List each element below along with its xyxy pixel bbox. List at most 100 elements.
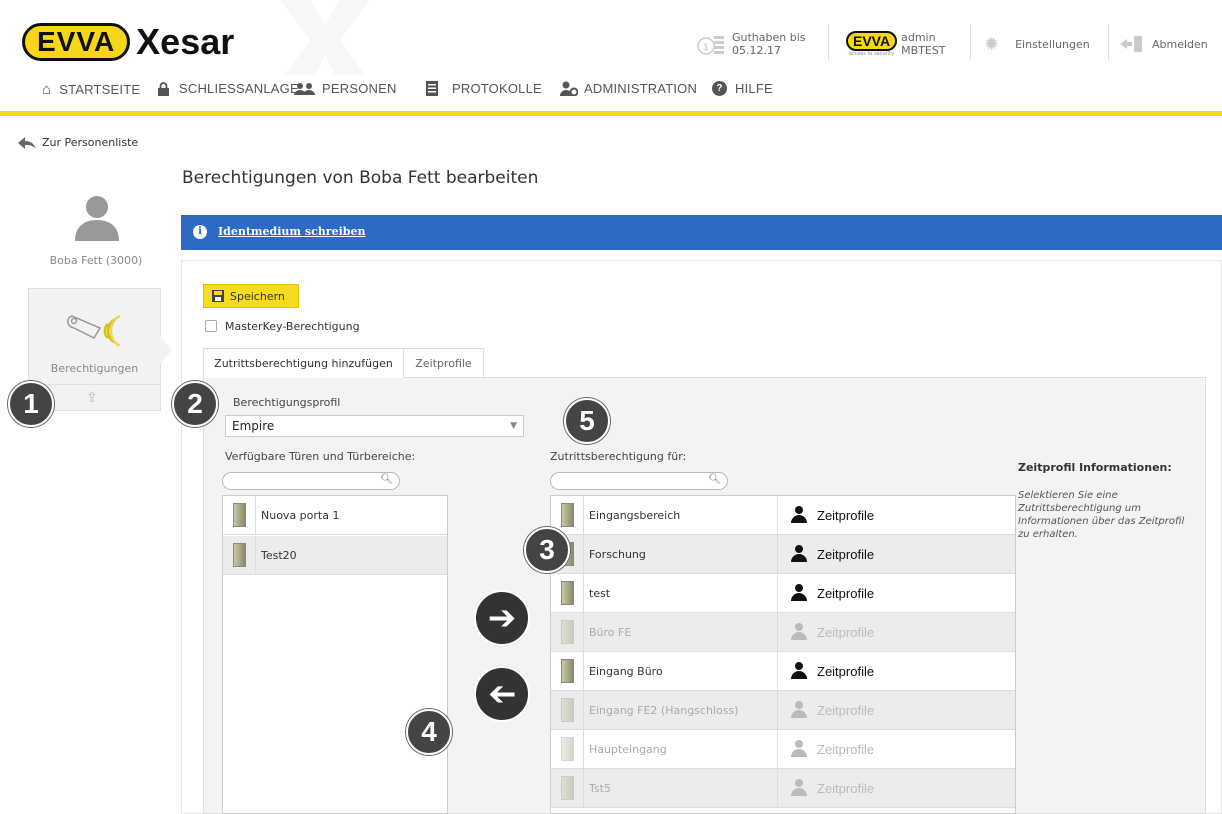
column-divider xyxy=(777,691,778,730)
list-item[interactable]: Test20 xyxy=(223,536,447,575)
nav-label: PERSONEN xyxy=(322,81,397,96)
door-icon xyxy=(561,698,574,722)
tab-add-access[interactable]: Zutrittsberechtigung hinzufügen xyxy=(203,348,404,378)
column-divider xyxy=(777,574,778,613)
person-name: Boba Fett (3000) xyxy=(49,254,143,267)
nav-item-hilfe[interactable]: ? HILFE xyxy=(712,81,773,96)
column-divider xyxy=(777,613,778,652)
search-icon: 🔍︎ xyxy=(380,474,393,485)
table-row[interactable]: Tst5 Zeitprofile xyxy=(551,769,1015,808)
header-divider xyxy=(970,24,971,60)
people-icon xyxy=(294,82,315,95)
tab-time-profiles[interactable]: Zeitprofile xyxy=(403,348,484,378)
arrow-left-icon: ➔ xyxy=(487,674,517,714)
home-icon: ⌂ xyxy=(42,81,52,98)
upload-icon[interactable]: ⇪ xyxy=(86,390,98,406)
table-row[interactable]: Forschung Zeitprofile xyxy=(551,535,1015,574)
nav-label: STARTSEITE xyxy=(59,82,141,97)
nav-item-protokolle[interactable]: PROTOKOLLE xyxy=(426,81,542,96)
person-icon xyxy=(791,506,807,524)
table-row[interactable]: Büro FE Zeitprofile xyxy=(551,613,1015,652)
info-icon: i xyxy=(193,225,207,239)
time-profile-link[interactable]: Zeitprofile xyxy=(817,586,874,601)
card-pointer xyxy=(160,336,172,364)
table-row[interactable]: Eingang FE2 (Hangschloss) Zeitprofile xyxy=(551,691,1015,730)
door-name: Büro FE xyxy=(589,626,632,639)
row-divider xyxy=(255,536,256,575)
annotation-badge-1: 1 xyxy=(8,381,54,427)
access-list: Eingangsbereich Zeitprofile Forschung Ze… xyxy=(550,495,1016,814)
avatar xyxy=(75,196,119,241)
remove-arrow-button[interactable]: ➔ xyxy=(474,666,530,722)
column-divider xyxy=(777,496,778,535)
settings-link[interactable]: ✹ Einstellungen xyxy=(984,24,1090,64)
permissions-card-label: Berechtigungen xyxy=(50,362,139,375)
list-item[interactable]: Nuova porta 1 xyxy=(223,496,447,535)
time-profile-link: Zeitprofile xyxy=(817,742,875,757)
column-divider xyxy=(777,535,778,574)
lock-icon xyxy=(158,81,169,96)
available-doors-label: Verfügbare Türen und Türbereiche: xyxy=(225,450,416,463)
gear-icon: ✹ xyxy=(984,33,1000,55)
door-name: Eingangsbereich xyxy=(589,509,681,522)
time-profile-link: Zeitprofile xyxy=(817,625,875,640)
write-identmedium-link[interactable]: Identmedium schreiben xyxy=(218,225,365,238)
settings-label: Einstellungen xyxy=(1015,37,1090,51)
user-logo-tagline: access to security xyxy=(849,51,895,57)
table-row[interactable]: Eingangsbereich Zeitprofile xyxy=(551,496,1015,535)
save-label: Speichern xyxy=(230,289,285,303)
row-divider xyxy=(583,691,584,730)
help-icon: ? xyxy=(712,81,727,96)
row-divider xyxy=(583,574,584,613)
time-profile-link[interactable]: Zeitprofile xyxy=(817,508,874,523)
card-divider xyxy=(28,384,161,385)
door-icon xyxy=(561,776,574,800)
logout-link[interactable]: Abmelden xyxy=(1120,24,1208,64)
column-divider xyxy=(777,769,778,808)
table-row[interactable]: test Zeitprofile xyxy=(551,574,1015,613)
app-logo[interactable]: EVVA Xesar xyxy=(22,23,234,61)
time-profile-info-title: Zeitprofil Informationen: xyxy=(1018,461,1172,474)
door-name: Haupteingang xyxy=(589,743,667,756)
access-search-input[interactable]: 🔍︎ xyxy=(550,472,728,490)
chevron-down-icon: ▼ xyxy=(510,421,517,431)
door-name: Nuova porta 1 xyxy=(261,509,340,522)
user-info[interactable]: EVVA access to security admin MBTEST xyxy=(846,24,946,64)
time-profile-link[interactable]: Zeitprofile xyxy=(817,547,874,562)
door-icon xyxy=(561,503,574,527)
nav-item-administration[interactable]: ADMINISTRATION xyxy=(560,81,697,96)
nav-item-schliessanlage[interactable]: SCHLIESSANLAGE xyxy=(158,81,299,96)
nav-item-personen[interactable]: PERSONEN xyxy=(294,81,397,96)
table-row[interactable]: Haupteingang Zeitprofile xyxy=(551,730,1015,769)
time-profile-link[interactable]: Zeitprofile xyxy=(817,664,874,679)
profile-select[interactable]: Empire ▼ xyxy=(225,415,524,437)
access-label: Zutrittsberechtigung für: xyxy=(550,450,687,463)
nav-label: SCHLIESSANLAGE xyxy=(179,81,299,96)
available-search-input[interactable]: 🔍︎ xyxy=(222,472,400,490)
evva-logo: EVVA xyxy=(22,23,131,61)
nav-item-startseite[interactable]: ⌂ STARTSEITE xyxy=(42,81,140,98)
nav-label: PROTOKOLLE xyxy=(452,81,542,96)
svg-text:1: 1 xyxy=(703,43,709,53)
add-arrow-button[interactable]: ➔ xyxy=(474,590,530,646)
time-profile-link: Zeitprofile xyxy=(817,781,875,796)
header-divider xyxy=(1108,24,1109,60)
door-name: Eingang FE2 (Hangschloss) xyxy=(589,704,739,717)
person-icon xyxy=(791,740,807,758)
door-icon xyxy=(561,737,574,761)
logout-label: Abmelden xyxy=(1152,37,1208,51)
person-icon xyxy=(791,779,807,797)
row-divider xyxy=(583,496,584,535)
annotation-badge-2: 2 xyxy=(172,381,218,427)
table-row[interactable]: Eingang Büro Zeitprofile xyxy=(551,652,1015,691)
masterkey-checkbox[interactable] xyxy=(205,320,217,332)
save-button[interactable]: Speichern xyxy=(203,284,299,308)
back-to-person-list-link[interactable]: Zur Personenliste xyxy=(18,136,138,149)
nav-label: HILFE xyxy=(735,81,773,96)
door-name: Forschung xyxy=(589,548,646,561)
person-icon xyxy=(791,701,807,719)
info-banner: i Identmedium schreiben xyxy=(181,215,1222,250)
credit-info: 1 Guthaben bis 05.12.17 xyxy=(696,24,806,64)
back-link-label: Zur Personenliste xyxy=(42,136,139,149)
column-divider xyxy=(777,652,778,691)
